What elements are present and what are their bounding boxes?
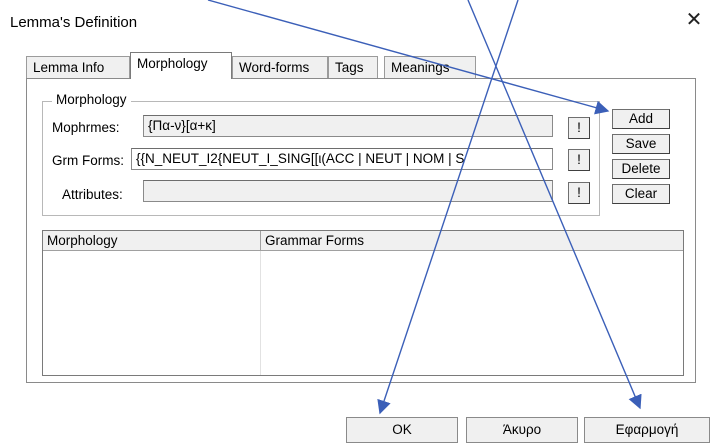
grm-forms-exclaim-button[interactable]: ! [568, 149, 590, 171]
morphology-group-label: Morphology [52, 92, 131, 107]
cancel-button[interactable]: Άκυρο [466, 417, 578, 443]
morphology-list[interactable]: Morphology Grammar Forms [42, 230, 684, 376]
attributes-field[interactable] [143, 180, 553, 202]
save-button[interactable]: Save [612, 134, 670, 154]
tab-meanings[interactable]: Meanings [384, 56, 476, 78]
add-button[interactable]: Add [612, 109, 670, 129]
ok-button[interactable]: OK [346, 417, 458, 443]
column-header-grammar-forms[interactable]: Grammar Forms [261, 231, 683, 251]
attributes-label: Attributes: [62, 187, 123, 202]
delete-button[interactable]: Delete [612, 159, 670, 179]
window-title: Lemma's Definition [10, 14, 138, 31]
tab-morphology[interactable]: Morphology [130, 52, 232, 79]
tab-lemma-info[interactable]: Lemma Info [26, 56, 130, 78]
tab-word-forms[interactable]: Word-forms [232, 56, 328, 78]
morphemes-field[interactable]: {Πα-ν}[α+κ] [143, 115, 553, 137]
morphemes-label: Mophrmes: [52, 120, 120, 135]
clear-button[interactable]: Clear [612, 184, 670, 204]
morphemes-exclaim-button[interactable]: ! [568, 117, 590, 139]
apply-button[interactable]: Εφαρμογή [584, 417, 710, 443]
attributes-exclaim-button[interactable]: ! [568, 182, 590, 204]
close-icon[interactable]: ✕ [682, 8, 706, 32]
column-header-morphology[interactable]: Morphology [43, 231, 261, 251]
grm-forms-field[interactable]: {{N_NEUT_I2{NEUT_I_SING[[ι(ACC | NEUT | … [131, 148, 553, 170]
tab-tags[interactable]: Tags [328, 56, 378, 78]
column-divider [260, 251, 261, 375]
grm-forms-label: Grm Forms: [52, 153, 124, 168]
